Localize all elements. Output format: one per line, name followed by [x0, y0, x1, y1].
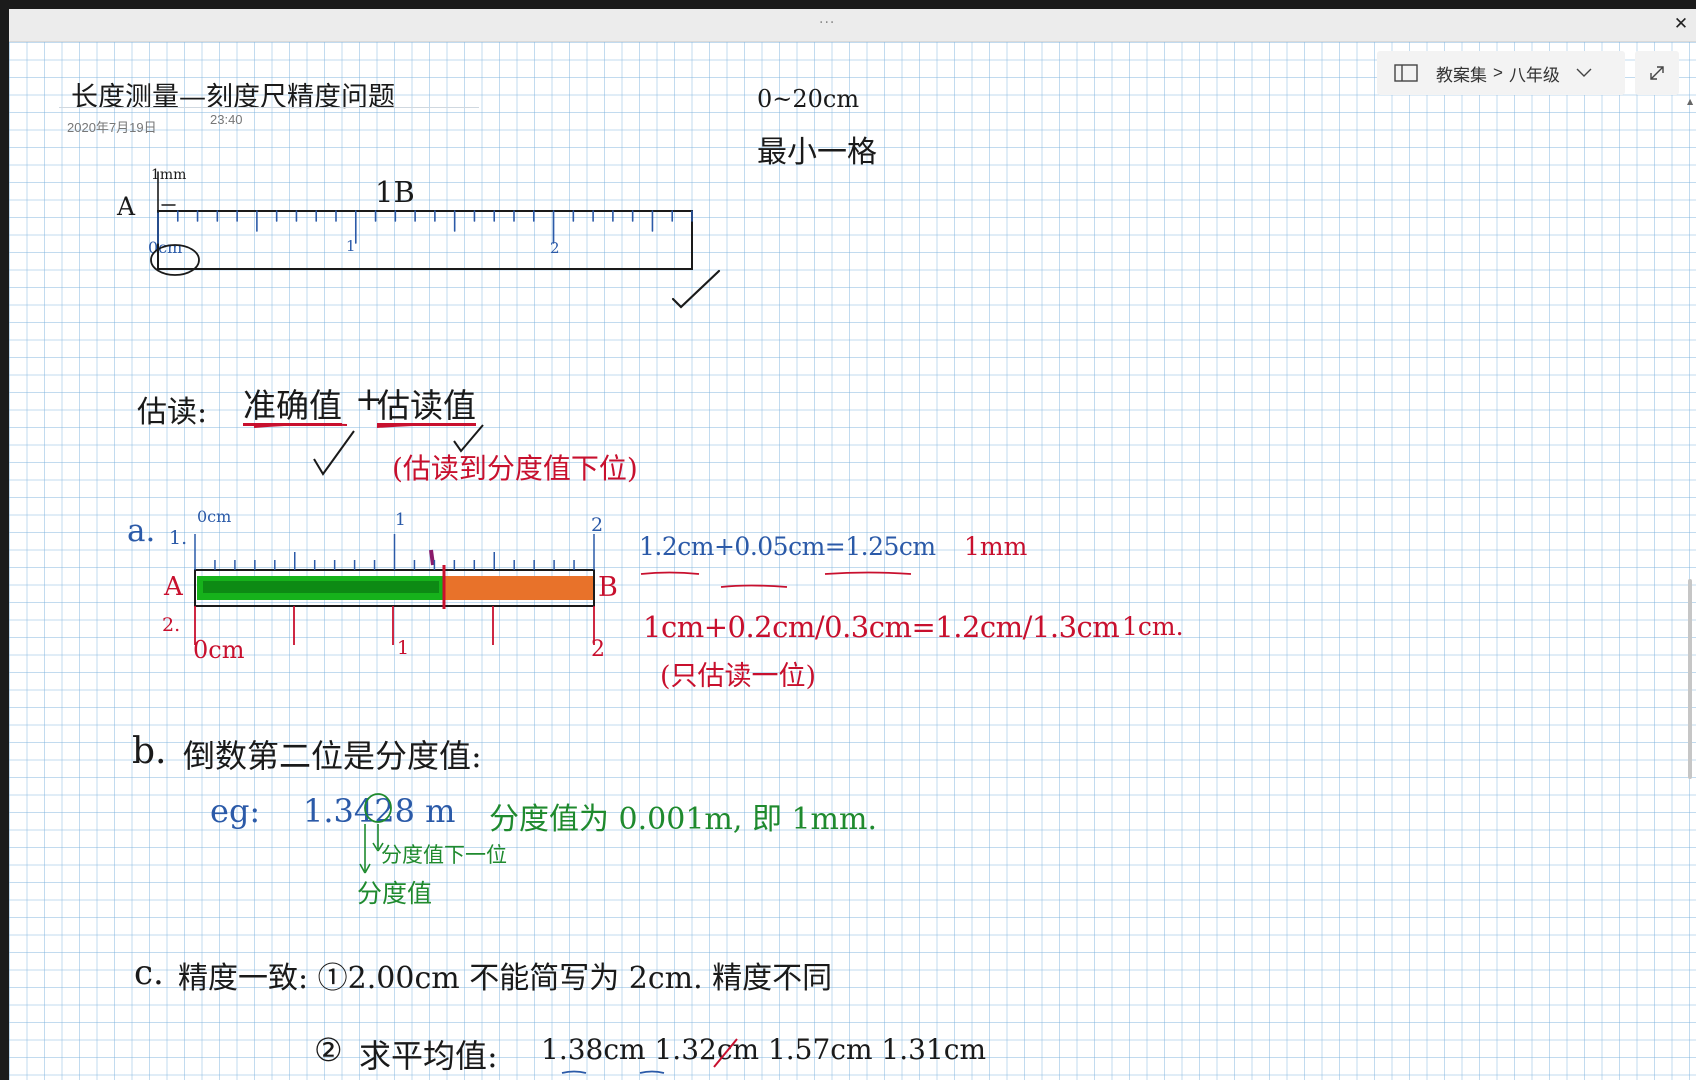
ruler-a [194, 534, 595, 645]
ink-drawings [150, 171, 912, 1074]
ruler-1 [150, 171, 721, 309]
onenote-window: ··· ✕ 教案集 > 八年级 ▲ 长度测量—刻度尺精度问题 2020年7月19… [9, 9, 1696, 1080]
